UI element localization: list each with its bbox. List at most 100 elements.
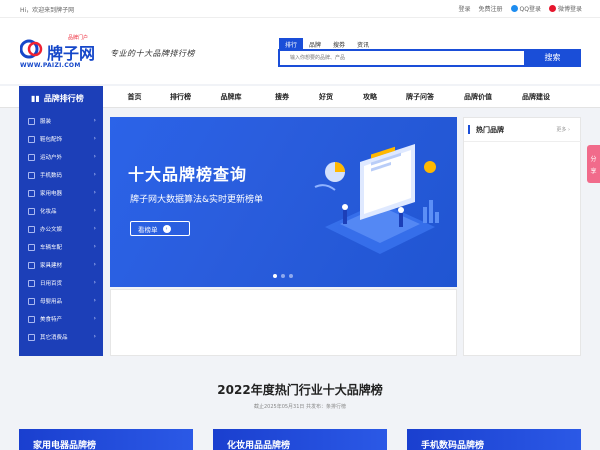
sidebar-item-label: 办公文娱 — [40, 227, 63, 233]
arrow-right-icon: › — [162, 224, 171, 233]
carousel-dot[interactable] — [273, 274, 277, 278]
chevron-right-icon: › — [93, 171, 96, 178]
card-title: 手机数码品牌榜 — [421, 441, 485, 450]
qq-icon — [510, 5, 518, 12]
baby-icon — [28, 297, 35, 305]
header: 牌子网 品牌门户 WWW.PAIZI.COM 专业的十大品牌排行榜 排行 品牌 … — [0, 18, 600, 84]
hot-brands-more-link[interactable]: 更多 › — [556, 126, 570, 133]
category-sidebar: 服装 › 鞋包配饰 › 运动户外 › 手机数码 › 家用电器 › 化妆品 › 办公文娱 › 车… — [19, 110, 103, 356]
register-link[interactable]: 免费注册 — [479, 4, 503, 13]
sidebar-item-furniture[interactable]: 家具建材 › — [19, 256, 103, 274]
sidebar-item-label: 日用百货 — [40, 281, 63, 287]
sidebar-item-sports[interactable]: 运动户外 › — [19, 148, 103, 166]
chevron-right-icon: › — [93, 279, 96, 286]
chevron-right-icon: › — [93, 261, 96, 268]
nav-item-brand-value[interactable]: 品牌价值 — [448, 86, 508, 108]
category-label: 品牌排行榜 — [43, 93, 84, 103]
share-button[interactable]: 分 享 — [587, 145, 600, 183]
nav-item-goods[interactable]: 好货 — [304, 86, 348, 108]
card-title: 化妆用品品牌榜 — [227, 441, 291, 450]
ranking-card-digital[interactable]: 手机数码品牌榜 — [407, 429, 581, 450]
data-analytics-illustration — [314, 144, 439, 254]
qq-login-link[interactable]: QQ登录 — [510, 4, 541, 13]
sidebar-item-label: 母婴用品 — [40, 299, 63, 305]
nav-items: 首页 排行榜 品牌库 搜券 好货 攻略 牌子问答 品牌价值 品牌建设 — [110, 86, 564, 108]
sidebar-item-label: 家用电器 — [40, 191, 63, 197]
category-menu-header[interactable]: ▮▮ 品牌排行榜 — [19, 86, 103, 110]
nav-item-ranking[interactable]: 排行榜 — [159, 86, 202, 108]
share-char: 享 — [590, 167, 597, 175]
nav-item-brand-building[interactable]: 品牌建设 — [508, 86, 564, 108]
sidebar-item-daily[interactable]: 日用百货 › — [19, 274, 103, 292]
sidebar-item-other[interactable]: 其它消费品 › — [19, 328, 103, 346]
view-list-label: 看榜单 — [138, 225, 158, 234]
qq-login-label: QQ登录 — [519, 6, 541, 13]
sidebar-item-bags[interactable]: 鞋包配饰 › — [19, 130, 103, 148]
sidebar-item-cosmetics[interactable]: 化妆品 › — [19, 202, 103, 220]
welcome-text: Hi，欢迎来到牌子网 — [20, 7, 75, 14]
site-logo[interactable]: 牌子网 品牌门户 WWW.PAIZI.COM — [20, 34, 102, 70]
main-nav: ▮▮ 品牌排行榜 首页 排行榜 品牌库 搜券 好货 攻略 牌子问答 品牌价值 品… — [0, 86, 600, 110]
carousel-dots — [273, 274, 293, 278]
sidebar-item-label: 车辆车配 — [40, 245, 63, 251]
chevron-right-icon: › — [93, 297, 96, 304]
sidebar-item-label: 手机数码 — [40, 173, 63, 179]
logo-icon — [20, 39, 43, 59]
chevron-right-icon: › — [568, 127, 570, 133]
nav-item-brand-library[interactable]: 品牌库 — [202, 86, 260, 108]
weibo-login-link[interactable]: 微博登录 — [548, 4, 582, 13]
sidebar-item-office[interactable]: 办公文娱 › — [19, 220, 103, 238]
sidebar-item-vehicles[interactable]: 车辆车配 › — [19, 238, 103, 256]
sidebar-item-label: 服装 — [40, 119, 52, 125]
banner-title: 十大品牌榜查询 — [128, 165, 248, 184]
office-icon — [28, 225, 35, 233]
sidebar-item-digital[interactable]: 手机数码 › — [19, 166, 103, 184]
search-box — [278, 49, 526, 67]
more-label: 更多 — [556, 127, 567, 133]
rank-list-icon: ▮▮ — [31, 93, 40, 103]
nav-item-guide[interactable]: 攻略 — [348, 86, 392, 108]
search-button[interactable]: 搜索 — [524, 49, 581, 67]
daily-goods-icon — [28, 279, 35, 287]
card-title: 家用电器品牌榜 — [33, 441, 97, 450]
hot-brands-panel: 热门品牌 更多 › — [463, 117, 582, 356]
search-input[interactable] — [280, 51, 524, 65]
sidebar-item-appliances[interactable]: 家用电器 › — [19, 184, 103, 202]
carousel-dot[interactable] — [281, 274, 285, 278]
furniture-icon — [28, 261, 35, 269]
sports-icon — [28, 153, 35, 161]
view-list-button[interactable]: 看榜单 › — [130, 221, 190, 236]
sidebar-item-label: 化妆品 — [40, 209, 57, 215]
hero-banner[interactable]: 十大品牌榜查询 牌子网大数据算法&实时更新榜单 看榜单 › — [110, 117, 457, 287]
sidebar-item-label: 其它消费品 — [40, 335, 68, 341]
promo-panel — [110, 289, 457, 356]
carousel-dot[interactable] — [289, 274, 293, 278]
sidebar-item-baby[interactable]: 母婴用品 › — [19, 292, 103, 310]
banner-subtitle: 牌子网大数据算法&实时更新榜单 — [130, 195, 264, 205]
sidebar-item-food[interactable]: 美食特产 › — [19, 310, 103, 328]
chevron-right-icon: › — [93, 243, 96, 250]
logo-name: 牌子网 — [47, 44, 96, 63]
chevron-right-icon: › — [93, 315, 96, 322]
phone-icon — [28, 171, 35, 179]
divider — [464, 141, 582, 142]
top-bar: Hi，欢迎来到牌子网 登录 免费注册 QQ登录 微博登录 — [0, 0, 600, 18]
nav-item-home[interactable]: 首页 — [110, 86, 159, 108]
car-icon — [28, 243, 35, 251]
nav-item-qa[interactable]: 牌子问答 — [392, 86, 448, 108]
sidebar-item-clothing[interactable]: 服装 › — [19, 112, 103, 130]
chevron-right-icon: › — [93, 135, 96, 142]
bag-icon — [28, 135, 35, 143]
sidebar-item-label: 运动户外 — [40, 155, 63, 161]
ranking-card-cosmetics[interactable]: 化妆用品品牌榜 — [213, 429, 387, 450]
logo-badge: 品牌门户 — [68, 34, 89, 41]
shirt-icon — [28, 117, 35, 125]
ranking-card-appliances[interactable]: 家用电器品牌榜 — [19, 429, 193, 450]
nav-item-coupon[interactable]: 搜券 — [260, 86, 304, 108]
sidebar-item-label: 家具建材 — [40, 263, 63, 269]
section-subtitle: 截止2025年05月31日 共发布：条排行榜 — [253, 404, 347, 410]
share-char: 分 — [590, 155, 597, 163]
chevron-right-icon: › — [93, 153, 96, 160]
hot-brands-title: 热门品牌 — [476, 126, 504, 134]
login-link[interactable]: 登录 — [459, 4, 471, 13]
